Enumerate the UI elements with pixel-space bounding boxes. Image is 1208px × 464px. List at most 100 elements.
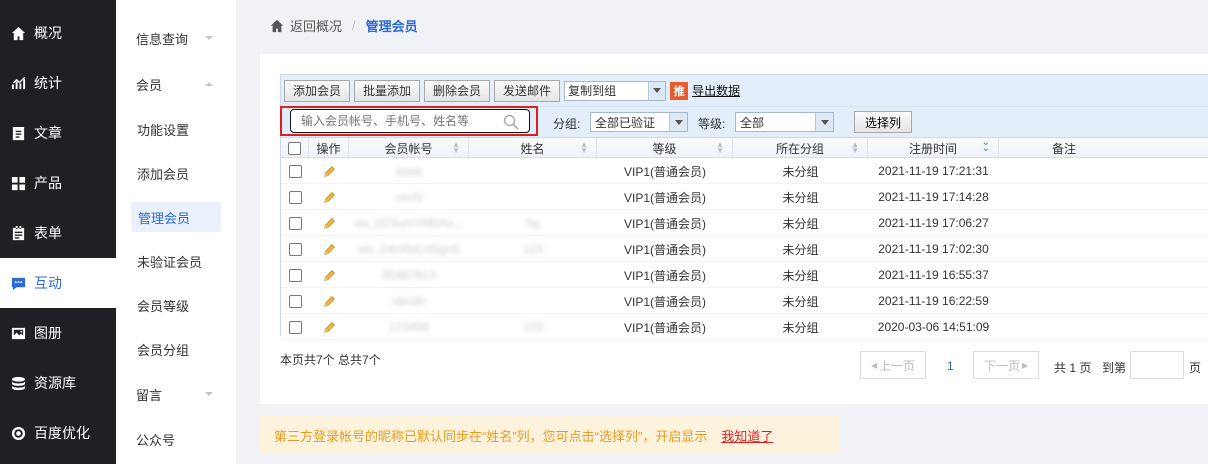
edit-icon[interactable] — [323, 217, 336, 230]
subnav-label: 信息查询 — [136, 31, 189, 47]
goto-page-input[interactable] — [1130, 351, 1184, 379]
cell-remark — [999, 158, 1129, 184]
row-checkbox[interactable] — [288, 242, 302, 256]
cell-name-text: 123 — [522, 242, 544, 256]
cell-account: 95487613 — [349, 262, 469, 288]
column-header-register-time[interactable]: 注册时间 ⌄ ⌄ — [868, 138, 999, 158]
subnav-label: 会员 — [136, 77, 163, 93]
sidebar-item-gallery[interactable]: 图册 — [0, 308, 116, 358]
cell-account-text: 123456 — [388, 320, 430, 334]
column-header-label: 所在分组 — [775, 141, 824, 156]
table-cell — [281, 288, 309, 314]
row-checkbox[interactable] — [288, 268, 302, 282]
table-row[interactable]: wx_D4cRvCdSgn9 123 VIP1(普通会员) 未分组 2021-11-19… — [281, 236, 1208, 262]
row-checkbox[interactable] — [288, 294, 302, 308]
edit-icon[interactable] — [323, 243, 336, 256]
sidebar-item-label: 文章 — [34, 125, 62, 141]
next-page-button[interactable]: 下一页 ▸ — [973, 351, 1039, 379]
row-checkbox[interactable] — [288, 190, 302, 204]
cell-account: aaaa — [349, 158, 469, 184]
sidebar-item-resources[interactable]: 资源库 — [0, 358, 116, 408]
cell-account-text: wx_D4cRvCdSgn9 — [358, 242, 460, 256]
chevron-down-icon — [205, 36, 213, 40]
table-row[interactable]: 123456 123 VIP1(普通会员) 未分组 2020-03-06 14:51:0… — [281, 314, 1208, 340]
column-header-group[interactable]: 所在分组 ▲ ▼ — [733, 138, 868, 158]
subnav-item-add-member[interactable]: 添加会员 — [131, 158, 236, 188]
breadcrumb-back-link[interactable]: 返回概况 — [290, 16, 342, 35]
table-row[interactable]: aaaa VIP1(普通会员) 未分组 2021-11-19 17:21:31 — [281, 158, 1208, 184]
search-input[interactable] — [301, 114, 501, 128]
table-cell — [309, 210, 349, 236]
sidebar-item-seo[interactable]: 百度优化 — [0, 408, 116, 458]
cell-name-text: 123 — [522, 320, 544, 334]
row-checkbox[interactable] — [288, 164, 302, 178]
current-page-number[interactable]: 1 — [947, 359, 954, 373]
cell-level: VIP1(普通会员) — [597, 184, 733, 210]
subnav-item-unverified[interactable]: 未验证会员 — [131, 246, 236, 276]
copy-to-group-value: 复制到组 — [568, 84, 617, 98]
prev-page-button[interactable]: ◂ 上一页 — [860, 351, 926, 379]
subnav-item-member-level[interactable]: 会员等级 — [131, 290, 236, 320]
table-cell — [281, 210, 309, 236]
subnav-group-member[interactable]: 会员 — [130, 69, 235, 99]
sort-icon: ▲ ▼ — [452, 140, 460, 155]
edit-icon[interactable] — [323, 269, 336, 282]
edit-icon[interactable] — [323, 295, 336, 308]
table-row[interactable]: 95487613 VIP1(普通会员) 未分组 2021-11-19 16:55:37 — [281, 262, 1208, 288]
cell-group: 未分组 — [733, 314, 868, 340]
row-checkbox[interactable] — [288, 216, 302, 230]
sort-icon: ▲ ▼ — [580, 140, 588, 155]
cell-account-text: aaaa — [395, 164, 423, 178]
cell-name — [469, 184, 597, 210]
dismiss-notice-link[interactable]: 我知道了 — [721, 426, 773, 445]
column-header-action: 操作 — [309, 138, 349, 158]
subnav-item-manage-members[interactable]: 管理会员 — [131, 202, 221, 232]
delete-member-button[interactable]: 删除会员 — [424, 79, 491, 102]
sidebar-item-product[interactable]: 产品 — [0, 158, 116, 208]
sidebar-item-label: 互动 — [34, 275, 62, 291]
cell-name: 123 — [469, 314, 597, 340]
table-cell — [309, 288, 349, 314]
cell-group: 未分组 — [733, 158, 868, 184]
column-header-name[interactable]: 姓名 ▲ ▼ — [469, 138, 597, 158]
table-row[interactable]: wx_0ZSumYMbAu... hg VIP1(普通会员) 未分组 2021-11-1… — [281, 210, 1208, 236]
select-columns-button[interactable]: 选择列 — [854, 111, 912, 133]
column-header-level[interactable]: 等级 ▲ ▼ — [597, 138, 733, 158]
subnav-item-member-group[interactable]: 会员分组 — [131, 334, 236, 364]
table-row[interactable]: abcde VIP1(普通会员) 未分组 2021-11-19 16:22:59 — [281, 288, 1208, 314]
sidebar-item-interaction[interactable]: 互动 — [0, 258, 116, 308]
subnav-item-settings[interactable]: 功能设置 — [131, 114, 236, 144]
sidebar-item-stats[interactable]: 统计 — [0, 58, 116, 108]
subnav-item-official-account[interactable]: 公众号 — [130, 424, 235, 454]
table-row[interactable]: cechi VIP1(普通会员) 未分组 2021-11-19 17:14:28 — [281, 184, 1208, 210]
select-all-checkbox[interactable] — [288, 141, 301, 155]
sidebar-item-overview[interactable]: 概况 — [0, 8, 116, 58]
subnav-group-info-query[interactable]: 信息查询 — [130, 23, 235, 53]
cell-account-text: 95487613 — [382, 268, 436, 282]
cell-level: VIP1(普通会员) — [597, 236, 733, 262]
total-pages: 共 1 页 — [1054, 361, 1092, 375]
column-header-account[interactable]: 会员帐号 ▲ ▼ — [349, 138, 469, 158]
subnav-label: 功能设置 — [137, 122, 190, 138]
subnav-group-messages[interactable]: 留言 — [130, 379, 235, 409]
search-icon[interactable] — [503, 114, 519, 130]
level-filter-select[interactable]: 全部 — [735, 112, 834, 132]
copy-to-group-select[interactable]: 复制到组 — [564, 80, 667, 101]
column-header-label: 会员帐号 — [384, 141, 433, 156]
export-data-link[interactable]: 导出数据 — [692, 82, 740, 99]
group-filter-select[interactable]: 全部已验证 — [590, 112, 688, 132]
edit-icon[interactable] — [323, 191, 336, 204]
cell-account-text: cechi — [394, 190, 423, 204]
row-checkbox[interactable] — [288, 320, 302, 334]
edit-icon[interactable] — [323, 321, 336, 334]
cell-account: cechi — [349, 184, 469, 210]
cell-register-time-text: 2021-11-19 16:22:59 — [878, 294, 989, 308]
edit-icon[interactable] — [323, 165, 336, 178]
add-member-button[interactable]: 添加会员 — [284, 79, 351, 102]
send-mail-button[interactable]: 发送邮件 — [494, 79, 561, 102]
sidebar-item-form[interactable]: 表单 — [0, 208, 116, 258]
table-cell — [281, 158, 309, 184]
cell-register-time: 2020-03-06 14:51:09 — [868, 314, 999, 340]
sidebar-item-article[interactable]: 文章 — [0, 108, 116, 158]
bulk-add-button[interactable]: 批量添加 — [354, 79, 421, 102]
